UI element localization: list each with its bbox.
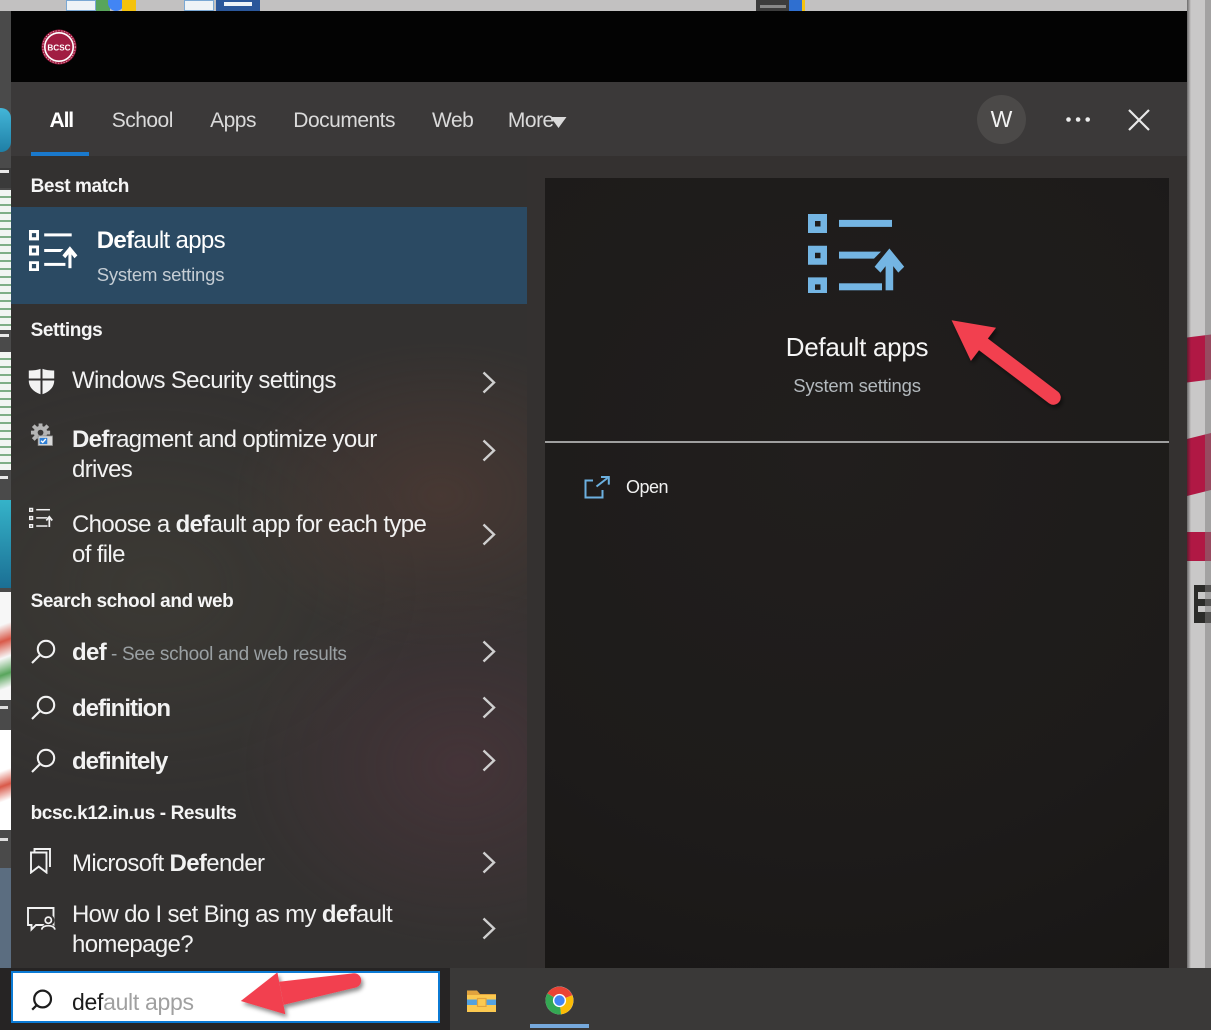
svg-text:BCSC: BCSC bbox=[47, 43, 70, 52]
